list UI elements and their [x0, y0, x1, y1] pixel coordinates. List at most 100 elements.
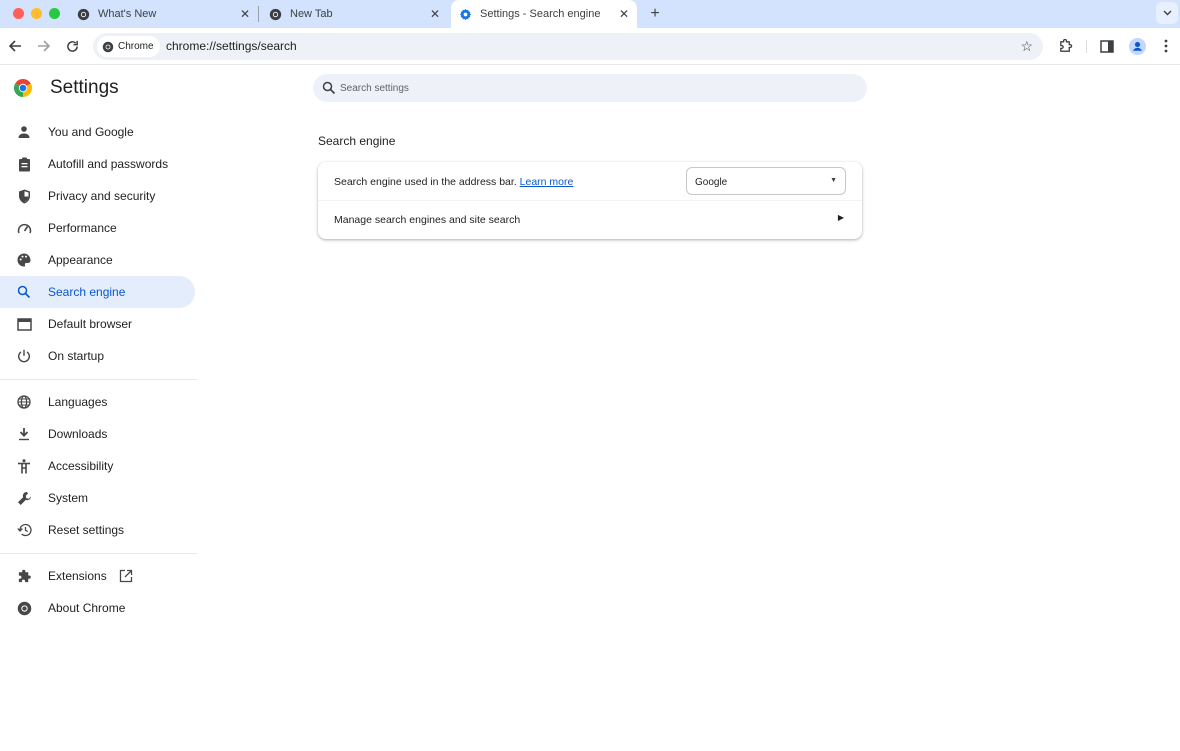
sidebar-item-label: Languages	[48, 395, 108, 409]
back-button[interactable]	[5, 36, 25, 56]
sidebar-item-downloads[interactable]: Downloads	[0, 418, 195, 450]
more-menu-button[interactable]	[1157, 37, 1175, 55]
puzzle-icon	[1059, 38, 1072, 52]
forward-button[interactable]	[33, 36, 53, 56]
side-panel-button[interactable]	[1098, 37, 1116, 55]
palette-icon	[16, 252, 32, 268]
sidebar-divider	[0, 553, 198, 554]
sidebar-item-label: Extensions	[48, 569, 107, 583]
address-bar[interactable]: Chrome chrome://settings/search ☆	[93, 33, 1043, 60]
window-maximize-button[interactable]	[49, 8, 60, 19]
browser-toolbar: Chrome chrome://settings/search ☆	[0, 28, 1180, 65]
sidebar-item-label: You and Google	[48, 125, 134, 139]
search-engine-card: Search engine used in the address bar. L…	[318, 162, 862, 239]
close-icon[interactable]: ✕	[238, 7, 252, 21]
sidebar-item-label: Privacy and security	[48, 189, 156, 203]
sidebar-item-autofill[interactable]: Autofill and passwords	[0, 148, 195, 180]
search-icon	[322, 81, 336, 95]
manage-search-engines-label: Manage search engines and site search	[334, 214, 521, 226]
toolbar-divider	[1086, 40, 1087, 53]
shield-icon	[16, 188, 32, 204]
url-text[interactable]: chrome://settings/search	[166, 39, 297, 53]
address-bar-engine-row: Search engine used in the address bar. L…	[318, 162, 862, 201]
sidebar-item-performance[interactable]: Performance	[0, 212, 195, 244]
tab-divider	[258, 6, 259, 22]
sidebar-item-about-chrome[interactable]: About Chrome	[0, 592, 195, 624]
search-settings-box[interactable]	[313, 74, 867, 102]
window-minimize-button[interactable]	[31, 8, 42, 19]
side-panel-icon	[1100, 39, 1114, 53]
extensions-button[interactable]	[1056, 37, 1074, 55]
puzzle-icon	[16, 568, 32, 584]
selected-engine: Google	[695, 177, 728, 188]
site-info-chip[interactable]: Chrome	[97, 36, 160, 57]
tab-search-button[interactable]	[1156, 2, 1178, 24]
close-icon[interactable]: ✕	[617, 7, 631, 21]
caret-right-icon: ▶	[837, 213, 844, 222]
close-icon[interactable]: ✕	[428, 7, 442, 21]
speedometer-icon	[16, 220, 32, 236]
reload-button[interactable]	[62, 36, 82, 56]
sidebar-item-label: System	[48, 491, 89, 505]
gear-icon	[458, 7, 472, 21]
sidebar-divider	[0, 379, 198, 380]
chrome-icon	[16, 600, 32, 616]
sidebar-item-system[interactable]: System	[0, 482, 195, 514]
chrome-icon	[102, 41, 114, 53]
sidebar-item-you-and-google[interactable]: You and Google	[0, 116, 195, 148]
tab-settings-search-engine[interactable]: Settings - Search engine ✕	[451, 0, 637, 28]
sidebar-item-appearance[interactable]: Appearance	[0, 244, 195, 276]
sidebar-item-label: Search engine	[48, 285, 126, 299]
tab-strip: What's New ✕ New Tab ✕ Settings - Search…	[0, 0, 1180, 28]
tab-new-tab[interactable]: New Tab ✕	[268, 0, 442, 28]
sidebar-item-reset-settings[interactable]: Reset settings	[0, 514, 195, 546]
sidebar-item-label: Reset settings	[48, 523, 125, 537]
kebab-menu-icon	[1164, 39, 1168, 53]
sidebar-item-accessibility[interactable]: Accessibility	[0, 450, 195, 482]
accessibility-icon	[16, 458, 32, 474]
sidebar-item-languages[interactable]: Languages	[0, 386, 195, 418]
address-bar-engine-description: Search engine used in the address bar. L…	[334, 176, 573, 188]
globe-icon	[16, 394, 32, 410]
bookmark-star-icon[interactable]: ☆	[1020, 38, 1033, 55]
chrome-icon	[268, 7, 282, 21]
power-icon	[16, 348, 32, 364]
person-icon	[16, 124, 32, 140]
profile-button[interactable]	[1128, 37, 1146, 55]
chevron-down-icon	[1163, 8, 1172, 19]
caret-down-icon: ▼	[830, 177, 837, 184]
manage-search-engines-row[interactable]: Manage search engines and site search ▶	[318, 201, 862, 239]
chip-label: Chrome	[118, 41, 154, 52]
sidebar-item-extensions[interactable]: Extensions	[0, 560, 195, 592]
arrow-left-icon	[8, 40, 21, 52]
search-engine-select[interactable]: Google ▼	[686, 167, 846, 195]
new-tab-button[interactable]: +	[645, 4, 665, 24]
description-text: Search engine used in the address bar.	[334, 176, 517, 188]
reload-icon	[66, 40, 78, 52]
window-close-button[interactable]	[13, 8, 24, 19]
chrome-icon	[76, 7, 90, 21]
sidebar-item-label: Downloads	[48, 427, 108, 441]
sidebar-item-default-browser[interactable]: Default browser	[0, 308, 195, 340]
tab-title: New Tab	[290, 8, 333, 20]
section-title: Search engine	[318, 134, 396, 148]
search-settings-input[interactable]	[340, 74, 840, 102]
download-icon	[16, 426, 32, 442]
chrome-logo-icon	[13, 78, 33, 97]
page-title: Settings	[50, 77, 119, 98]
sidebar-item-on-startup[interactable]: On startup	[0, 340, 195, 372]
sidebar-item-label: Performance	[48, 221, 117, 235]
tab-title: What's New	[98, 8, 157, 20]
sidebar-item-label: On startup	[48, 349, 105, 363]
search-icon	[16, 284, 32, 300]
history-icon	[16, 522, 32, 538]
learn-more-link[interactable]: Learn more	[520, 176, 574, 188]
tab-title: Settings - Search engine	[480, 8, 601, 20]
sidebar-item-search-engine[interactable]: Search engine	[0, 276, 195, 308]
browser-icon	[16, 316, 32, 332]
wrench-icon	[16, 490, 32, 506]
arrow-right-icon	[37, 40, 50, 52]
tab-whats-new[interactable]: What's New ✕	[76, 0, 252, 28]
sidebar-item-label: Autofill and passwords	[48, 157, 169, 171]
sidebar-item-privacy[interactable]: Privacy and security	[0, 180, 195, 212]
